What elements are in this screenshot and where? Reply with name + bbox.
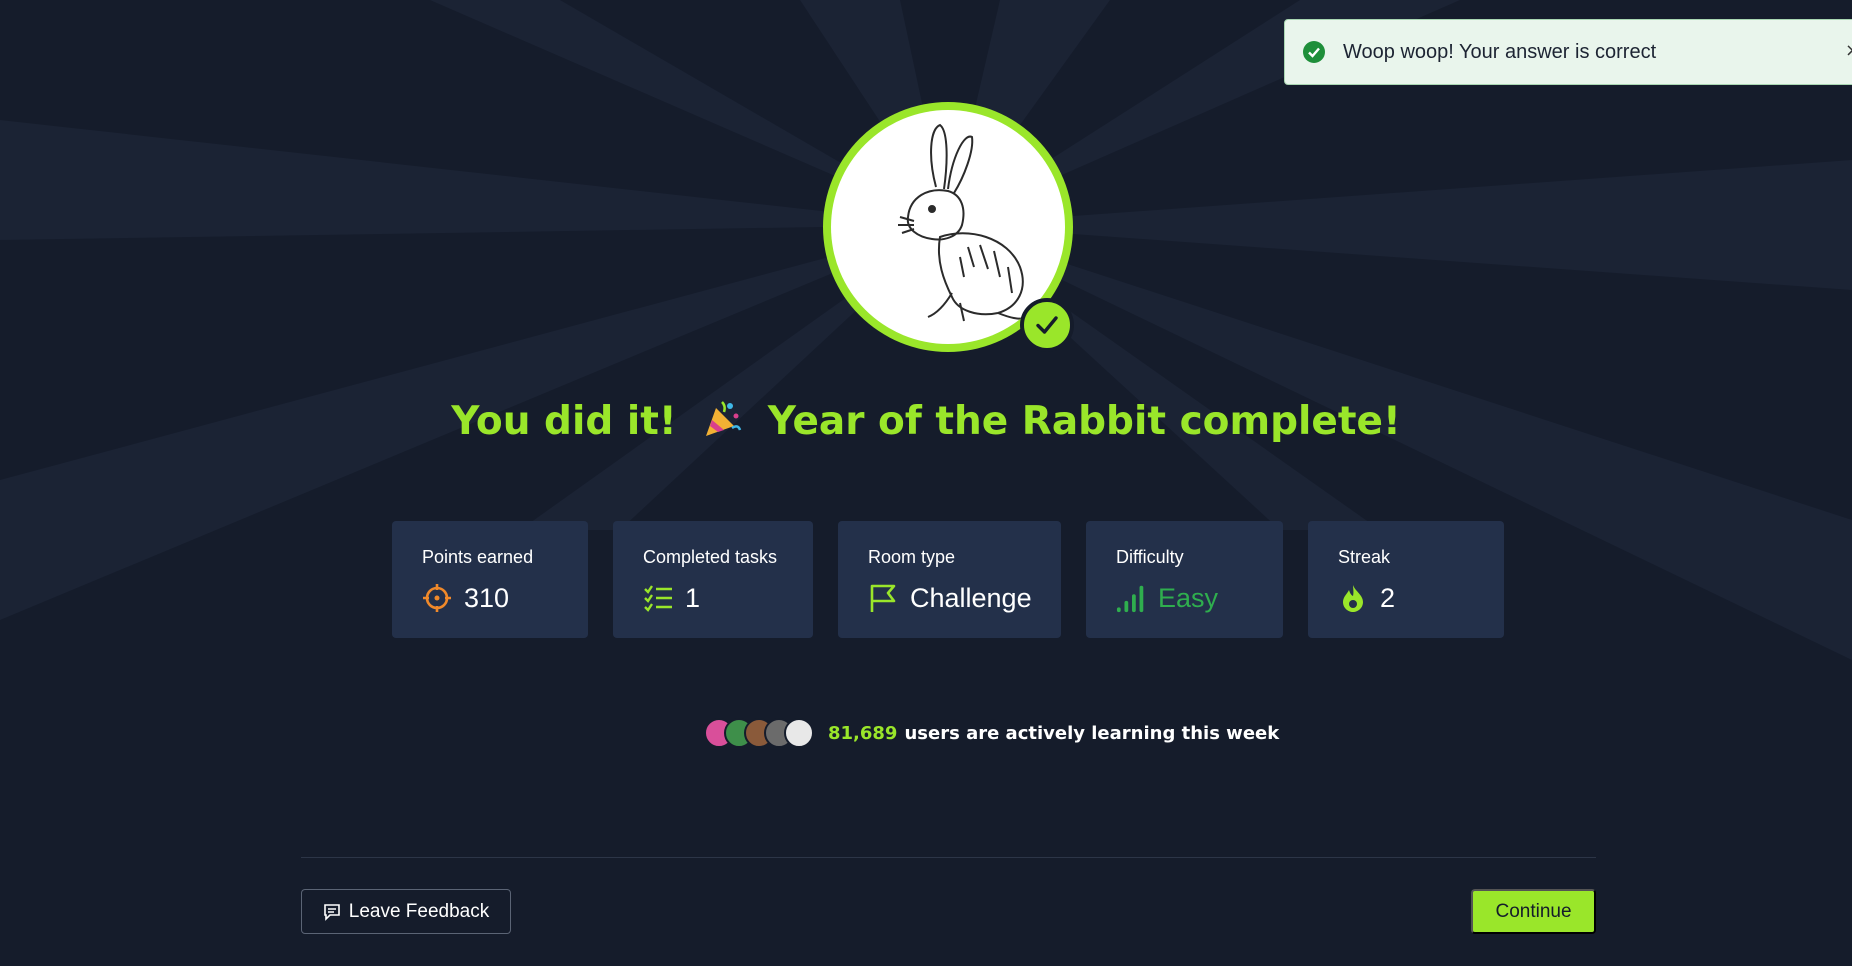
title-suffix: Year of the Rabbit complete! (767, 399, 1401, 444)
flame-icon (1338, 582, 1370, 614)
avatar (784, 718, 814, 748)
title-prefix: You did it! (451, 399, 677, 444)
stat-value: 1 (685, 582, 701, 613)
comment-icon (323, 903, 341, 921)
user-avatars (704, 718, 814, 748)
stat-label: Points earned (422, 547, 534, 567)
stat-card-tasks: Completed tasks 1 (613, 521, 813, 638)
user-count: 81,689 (828, 722, 898, 744)
stat-value: Easy (1158, 582, 1219, 613)
stat-card-difficulty: Difficulty Easy (1086, 521, 1283, 638)
completed-check-icon (1020, 298, 1074, 352)
completion-title: You did it! Year of the Rabbit complete! (0, 398, 1852, 448)
stat-label: Completed tasks (643, 547, 778, 567)
stat-label: Difficulty (1116, 547, 1184, 567)
signal-bars-icon (1116, 582, 1148, 614)
party-popper-icon (702, 398, 742, 448)
close-icon[interactable]: × (1845, 40, 1852, 61)
continue-button[interactable]: Continue (1471, 889, 1596, 934)
active-users: 81,689 users are actively learning this … (704, 718, 1279, 748)
toast-message: Woop woop! Your answer is correct (1343, 40, 1657, 63)
stat-card-points: Points earned 310 (392, 521, 588, 638)
flag-icon (868, 582, 900, 614)
rabbit-illustration (898, 123, 1029, 322)
check-circle-icon (1303, 41, 1325, 63)
success-toast: Woop woop! Your answer is correct × (1284, 19, 1852, 85)
leave-feedback-button[interactable]: Leave Feedback (301, 889, 511, 934)
checklist-icon (643, 582, 675, 614)
footer-divider (301, 857, 1596, 858)
leave-feedback-label: Leave Feedback (348, 900, 490, 922)
stat-value: Challenge (910, 582, 1032, 613)
target-icon (422, 582, 454, 614)
stat-card-streak: Streak 2 (1308, 521, 1504, 638)
stat-card-room-type: Room type Challenge (838, 521, 1061, 638)
stat-label: Streak (1338, 547, 1391, 567)
user-count-label: users are actively learning this week (904, 722, 1280, 744)
stat-value: 2 (1380, 582, 1396, 613)
stat-label: Room type (868, 547, 956, 567)
stat-value: 310 (464, 582, 510, 613)
